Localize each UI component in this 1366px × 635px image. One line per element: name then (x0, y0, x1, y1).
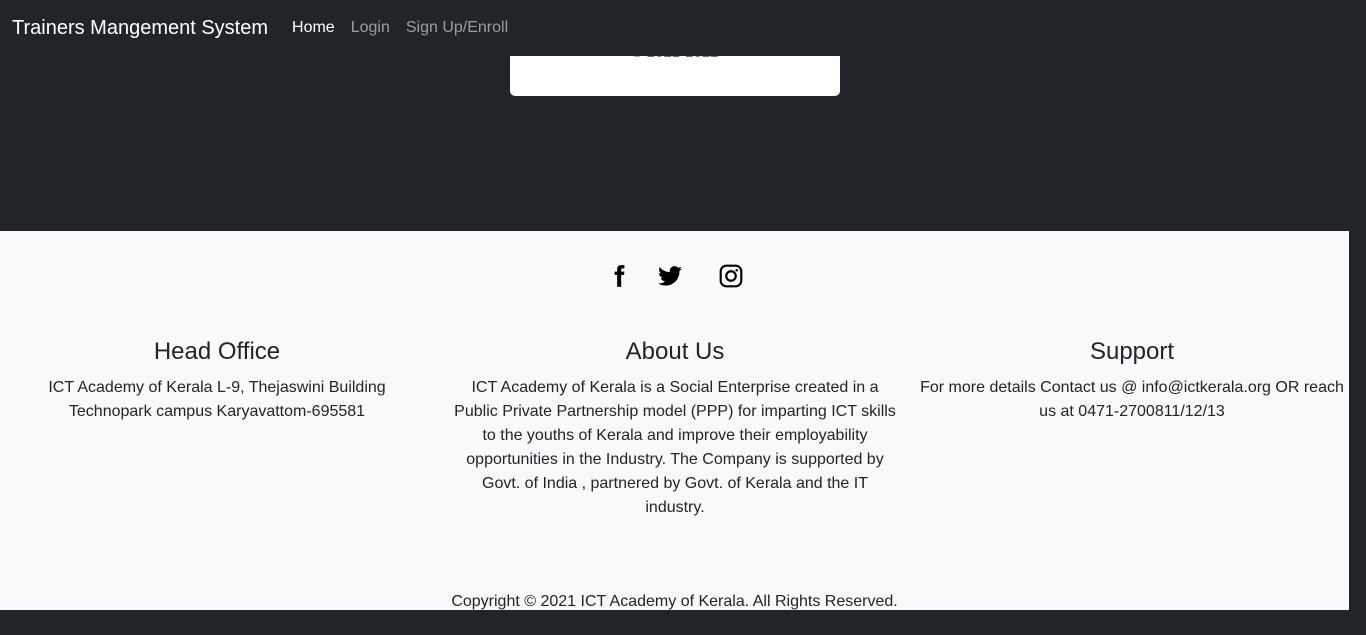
support-text: For more details Contact us @ info@ictke… (920, 379, 1344, 420)
nav-link-home[interactable]: Home (292, 19, 335, 37)
page-edge (1349, 231, 1366, 610)
support-title: Support (1089, 338, 1175, 365)
navbar: Trainers Mangement System Home Login Sig… (0, 0, 1366, 56)
about-us-section: About Us ICT Academy of Kerala is a Soci… (454, 337, 896, 520)
about-us-text: ICT Academy of Kerala is a Social Enterp… (454, 379, 896, 516)
footer-copyright: Copyright © 2021 ICT Academy of Kerala. … (451, 593, 898, 610)
social-links (0, 263, 1349, 289)
head-office-section: Head Office ICT Academy of Kerala L-9, T… (8, 337, 426, 424)
head-office-title: Head Office (153, 338, 281, 365)
head-office-text: ICT Academy of Kerala L-9, Thejaswini Bu… (48, 379, 386, 420)
instagram-icon[interactable] (718, 263, 744, 289)
twitter-icon[interactable] (657, 263, 683, 289)
nav-link-login[interactable]: Login (351, 19, 390, 37)
nav-link-signup[interactable]: Sign Up/Enroll (406, 19, 508, 37)
footer: Head Office ICT Academy of Kerala L-9, T… (0, 231, 1349, 610)
facebook-icon[interactable] (606, 263, 632, 289)
navbar-brand[interactable]: Trainers Mangement System (12, 17, 268, 40)
support-section: Support For more details Contact us @ in… (920, 337, 1344, 424)
about-us-title: About Us (625, 338, 725, 365)
